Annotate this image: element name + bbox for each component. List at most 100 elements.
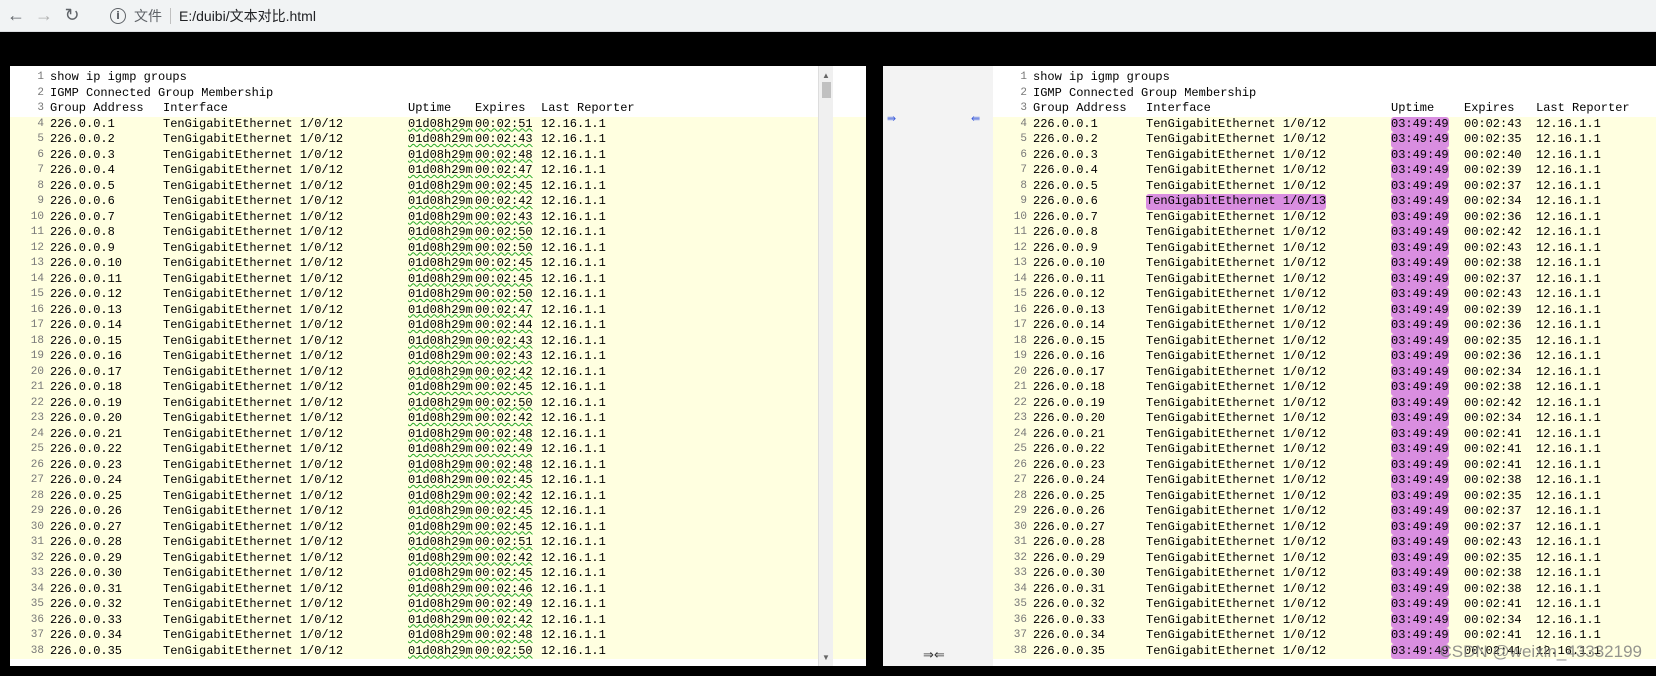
interface-cell: TenGigabitEthernet 1/0/12	[163, 504, 344, 518]
expires-cell: 00:02:47	[475, 163, 533, 177]
group-address-cell: 226.0.0.4	[1033, 163, 1098, 177]
table-row: 27 226.0.0.24 TenGigabitEthernet 1/0/12 03:…	[993, 473, 1656, 489]
uptime-cell: 03:49:49	[1391, 225, 1449, 241]
line-number: 6	[37, 148, 44, 161]
expires-cell: 00:02:36	[1464, 209, 1522, 224]
expires-cell: 00:02:34	[1464, 411, 1522, 425]
browser-toolbar: ← → ↻ i 文件 E:/duibi/文本对比.html	[0, 0, 1656, 32]
interface-cell: TenGigabitEthernet 1/0/12	[163, 209, 344, 224]
line-number: 6	[1020, 148, 1027, 161]
line-number: 5	[1020, 133, 1027, 145]
table-row: 36 226.0.0.33 TenGigabitEthernet 1/0/12 01d…	[10, 612, 866, 628]
copy-to-right-icon[interactable]: ⇛	[887, 112, 896, 125]
uptime-cell: 03:49:49	[1391, 302, 1449, 318]
expires-cell: 00:02:47	[475, 302, 533, 317]
expires-cell: 00:02:37	[1464, 178, 1522, 193]
uptime-cell: 01d08h29m	[408, 302, 473, 317]
line-number: 7	[1020, 164, 1027, 176]
line-number: 37	[30, 629, 44, 641]
line-number: 38	[30, 644, 44, 657]
expires-cell: 00:02:44	[475, 318, 533, 332]
scroll-down-icon[interactable]: ▼	[819, 650, 833, 664]
scroll-thumb[interactable]	[822, 82, 831, 98]
uptime-cell: 03:49:49	[1391, 116, 1449, 132]
last-reporter-cell: 12.16.1.1	[1536, 457, 1601, 472]
left-scrollbar[interactable]: ▲ ▼	[818, 66, 833, 666]
table-row: 13 226.0.0.10 TenGigabitEthernet 1/0/12 01d…	[10, 256, 866, 272]
expires-cell: 00:02:49	[475, 597, 533, 611]
expires-cell: 00:02:40	[1464, 147, 1522, 162]
last-reporter-cell: 12.16.1.1	[541, 473, 606, 487]
last-reporter-cell: 12.16.1.1	[1536, 566, 1601, 580]
scroll-up-icon[interactable]: ▲	[819, 68, 833, 82]
table-row: 26 226.0.0.23 TenGigabitEthernet 1/0/12 01d…	[10, 457, 866, 473]
line-number: 15	[1013, 288, 1027, 300]
last-reporter-cell: 12.16.1.1	[1536, 287, 1601, 301]
group-address-cell: 226.0.0.34	[1033, 628, 1106, 642]
interface-cell: TenGigabitEthernet 1/0/12	[163, 256, 344, 270]
line-number: 15	[30, 288, 44, 300]
line-number: 20	[1013, 365, 1027, 378]
line-number: 14	[1013, 272, 1027, 285]
interface-cell: TenGigabitEthernet 1/0/12	[163, 318, 344, 332]
line-number: 16	[30, 303, 44, 316]
column-header-reporter: Last Reporter	[541, 101, 635, 115]
table-row: 35 226.0.0.32 TenGigabitEthernet 1/0/12 03:…	[993, 597, 1656, 613]
table-row: 16 226.0.0.13 TenGigabitEthernet 1/0/12 01d…	[10, 302, 866, 318]
group-address-cell: 226.0.0.18	[1033, 380, 1106, 394]
last-reporter-cell: 12.16.1.1	[541, 318, 606, 332]
group-address-cell: 226.0.0.13	[50, 302, 123, 317]
interface-cell: TenGigabitEthernet 1/0/12	[1146, 302, 1327, 317]
expires-cell: 00:02:46	[475, 581, 533, 596]
interface-cell: TenGigabitEthernet 1/0/12	[163, 628, 344, 642]
left-editor-pane[interactable]: 1 show ip igmp groups 2 IGMP Connected Grou…	[10, 66, 866, 666]
back-icon[interactable]: ←	[4, 4, 28, 28]
group-address-cell: 226.0.0.10	[1033, 256, 1106, 270]
address-separator	[170, 7, 171, 24]
expires-cell: 00:02:43	[1464, 116, 1522, 131]
line-number: 4	[1020, 117, 1027, 130]
header-text: IGMP Connected Group Membership	[1033, 85, 1257, 100]
uptime-cell: 01d08h29m	[408, 132, 473, 146]
line-number: 18	[1013, 334, 1027, 347]
interface-cell: TenGigabitEthernet 1/0/12	[163, 488, 344, 503]
interface-cell: TenGigabitEthernet 1/0/12	[163, 380, 344, 394]
line-number: 7	[37, 164, 44, 176]
header-text: show ip igmp groups	[50, 70, 187, 84]
group-address-cell: 226.0.0.4	[50, 163, 115, 177]
expires-cell: 00:02:45	[475, 380, 533, 394]
forward-icon[interactable]: →	[32, 4, 56, 28]
copy-to-left-icon[interactable]: ⇚	[971, 112, 980, 125]
uptime-cell: 03:49:49	[1391, 566, 1449, 582]
expires-cell: 00:02:35	[1464, 132, 1522, 146]
right-editor-pane[interactable]: 1 show ip igmp groups 2 IGMP Connected Grou…	[993, 66, 1656, 666]
table-row: 24 226.0.0.21 TenGigabitEthernet 1/0/12 03:…	[993, 426, 1656, 442]
merge-arrows-icon[interactable]: ⇒⇐	[923, 648, 945, 663]
expires-cell: 00:02:41	[1464, 442, 1522, 456]
group-address-cell: 226.0.0.24	[1033, 473, 1106, 487]
expires-cell: 00:02:51	[475, 116, 533, 131]
uptime-cell: 01d08h29m	[408, 333, 473, 348]
group-address-cell: 226.0.0.14	[50, 318, 123, 332]
merge-gutter: ⇛ ⇚ ⇒⇐	[883, 66, 993, 666]
interface-cell: TenGigabitEthernet 1/0/12	[163, 426, 344, 441]
group-address-cell: 226.0.0.5	[50, 178, 115, 193]
reload-icon[interactable]: ↻	[60, 4, 84, 28]
site-info-icon[interactable]: i	[110, 7, 126, 24]
last-reporter-cell: 12.16.1.1	[1536, 225, 1601, 239]
interface-cell: TenGigabitEthernet 1/0/12	[163, 519, 344, 534]
group-address-cell: 226.0.0.32	[50, 597, 123, 611]
expires-cell: 00:02:45	[475, 504, 533, 518]
expires-cell: 00:02:42	[1464, 395, 1522, 410]
table-row: 12 226.0.0.9 TenGigabitEthernet 1/0/12 01d0…	[10, 240, 866, 256]
expires-cell: 00:02:43	[475, 132, 533, 146]
expires-cell: 00:02:48	[475, 426, 533, 441]
line-number: 33	[1013, 567, 1027, 579]
uptime-cell: 01d08h29m	[408, 535, 473, 549]
uptime-cell: 03:49:49	[1391, 147, 1449, 163]
address-bar-url[interactable]: E:/duibi/文本对比.html	[179, 6, 316, 26]
uptime-cell: 01d08h29m	[408, 395, 473, 410]
line-number: 13	[30, 257, 44, 269]
uptime-cell: 01d08h29m	[408, 364, 473, 379]
interface-cell: TenGigabitEthernet 1/0/12	[1146, 643, 1327, 658]
